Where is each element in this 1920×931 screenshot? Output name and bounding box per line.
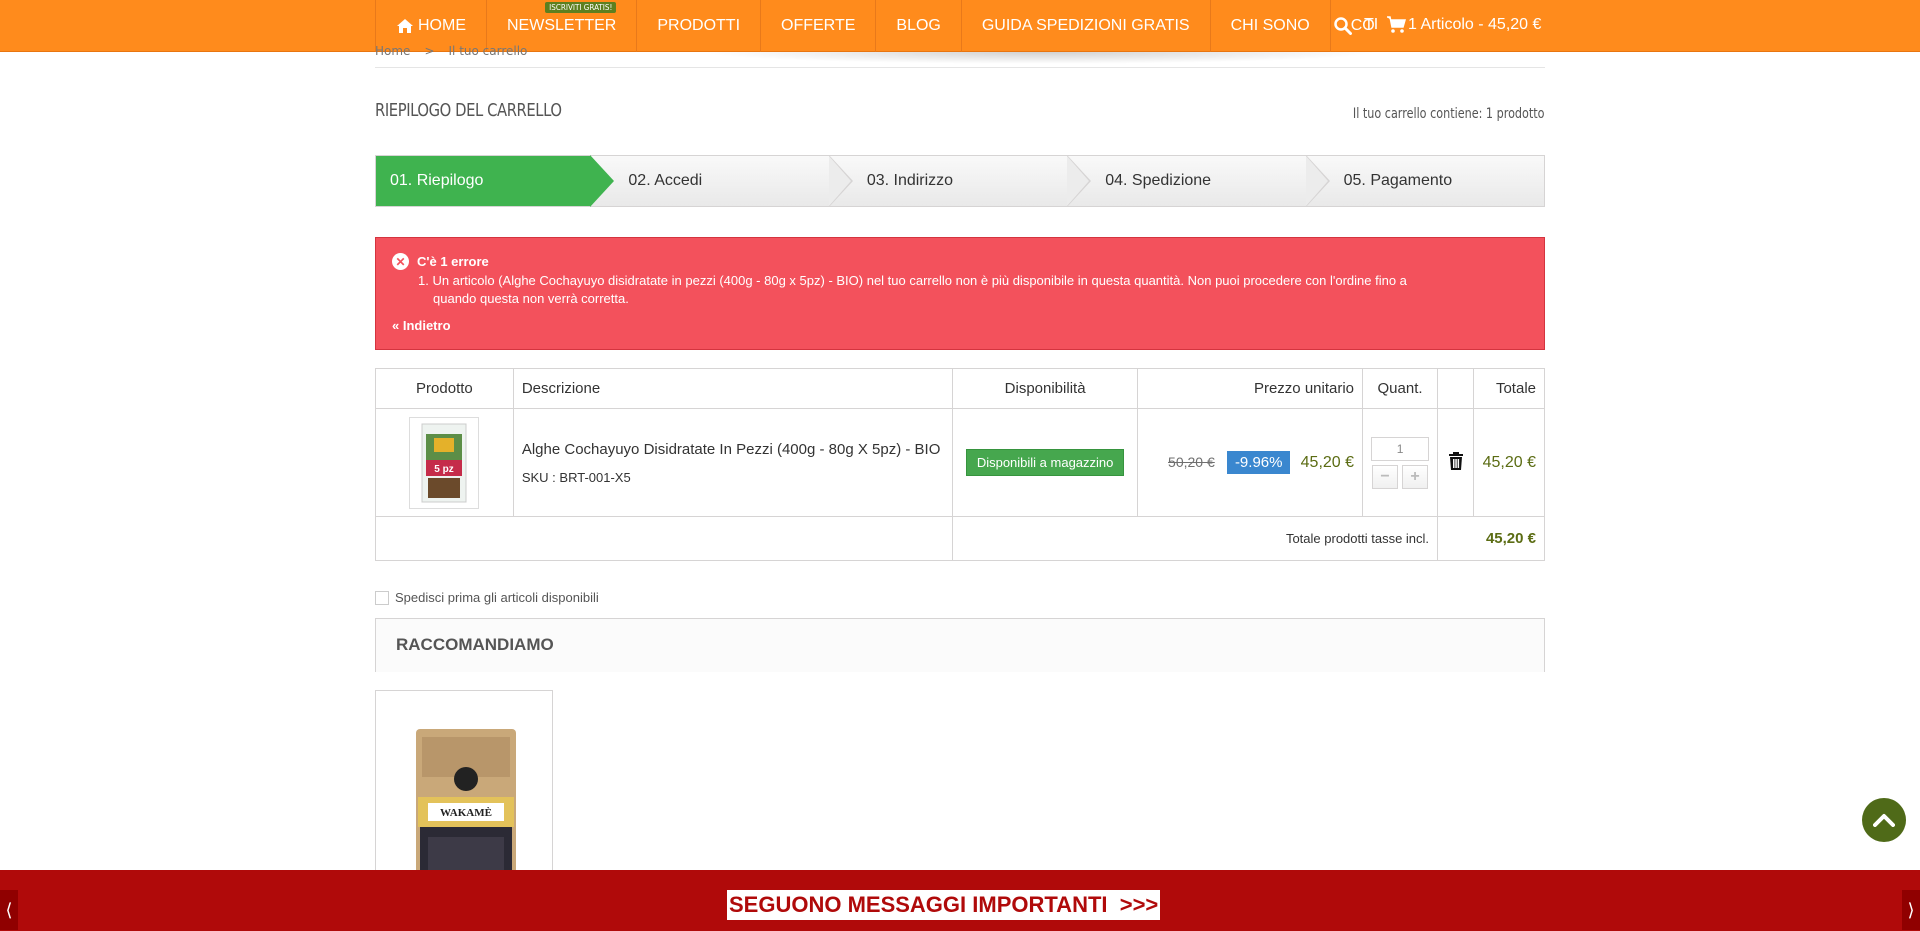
header-unit-price: Prezzo unitario [1137, 368, 1364, 409]
trash-icon[interactable] [1448, 451, 1464, 471]
product-name[interactable]: Alghe Cochayuyo Disidratate In Pezzi (40… [522, 441, 944, 458]
header-description: Descrizione [512, 368, 953, 409]
product-thumb-label: 5 pz [435, 464, 454, 475]
cart-table: Prodotto Descrizione Disponibilità Prezz… [375, 368, 1545, 561]
chevron-up-icon [1873, 814, 1895, 827]
header-delete [1437, 368, 1475, 409]
quantity-cell: 1 − + [1362, 408, 1439, 517]
announcement-banner: ⟨ SEGUONO MESSAGGI IMPORTANTI >>> ⟩ [0, 870, 1920, 931]
step-label: 05. Pagamento [1343, 172, 1453, 189]
breadcrumb-separator: > [424, 44, 435, 58]
step-arrow-inner [590, 156, 613, 206]
back-to-top-button[interactable] [1862, 798, 1906, 842]
product-cell: 5 pz [375, 408, 514, 517]
header-availability: Disponibilità [951, 368, 1139, 409]
ship-first-checkbox[interactable] [375, 590, 389, 605]
nav-item-guida-spedizioni[interactable]: GUIDA SPEDIZIONI GRATIS [962, 0, 1211, 52]
footer-total-label: Totale prodotti tasse incl. [951, 516, 1439, 561]
recommend-section-title: RACCOMANDIAMO [375, 618, 1545, 672]
step-pagamento[interactable]: 05. Pagamento [1306, 156, 1544, 206]
checkout-steps: 01. Riepilogo 02. Accedi 03. Indirizzo 0… [375, 155, 1545, 207]
nav-item-label: HOME [418, 17, 466, 34]
footer-empty-cell [375, 516, 953, 561]
table-footer-row: Totale prodotti tasse incl. 45,20 € [375, 516, 1545, 561]
step-indirizzo[interactable]: 03. Indirizzo [829, 155, 1092, 207]
step-spedizione[interactable]: 04. Spedizione [1067, 155, 1330, 207]
ship-first-label: Spedisci prima gli articoli disponibili [395, 590, 599, 605]
table-row: 5 pz Alghe Cochayuyo Disidratate In Pezz… [375, 408, 1545, 517]
product-image: 5 pz [421, 423, 467, 502]
header-quantity: Quant. [1362, 368, 1439, 409]
step-label: 04. Spedizione [1105, 172, 1212, 189]
step-accedi[interactable]: 02. Accedi [590, 155, 853, 207]
error-message: 1. Un articolo (Alghe Cochayuyo disidrat… [392, 272, 1528, 308]
cart-product-count: Il tuo carrello contiene: 1 prodotto [1353, 106, 1545, 122]
search-icon[interactable] [1334, 17, 1352, 35]
step-label: 02. Accedi [628, 172, 703, 189]
nav-item-prodotti[interactable]: PRODOTTI [637, 0, 762, 52]
product-thumbnail[interactable]: 5 pz [409, 416, 480, 509]
availability-badge: Disponibili a magazzino [965, 449, 1125, 476]
nav-item-label: GUIDA SPEDIZIONI GRATIS [981, 17, 1190, 34]
banner-prev-button[interactable]: ⟨ [0, 890, 18, 930]
nav-item-offerte[interactable]: OFFERTE [761, 0, 877, 52]
unit-price: 45,20 € [1300, 454, 1355, 471]
price-cell: 50,20 € -9.96% 45,20 € [1137, 408, 1364, 517]
plus-icon[interactable]: + [1402, 464, 1429, 489]
newsletter-badge: ISCRIVITI GRATIS! [545, 2, 617, 13]
table-header-row: Prodotto Descrizione Disponibilità Prezz… [375, 368, 1545, 409]
nav-item-chi-sono[interactable]: CHI SONO [1211, 0, 1331, 52]
page-title: RIEPILOGO DEL CARRELLO [375, 100, 562, 121]
error-message-line: quando questa non verrà corretta. [433, 291, 629, 306]
back-link[interactable]: « Indietro [392, 318, 1528, 333]
close-icon: ✕ [392, 253, 409, 270]
breadcrumb-divider [375, 67, 1545, 68]
home-icon [397, 19, 413, 33]
total-cell: 45,20 € [1473, 408, 1545, 517]
banner-next-button[interactable]: ⟩ [1902, 890, 1920, 930]
banner-message[interactable]: SEGUONO MESSAGGI IMPORTANTI >>> [727, 890, 1161, 920]
discount-badge: -9.96% [1226, 451, 1291, 474]
error-heading: C'è 1 errore [417, 254, 489, 269]
availability-cell: Disponibili a magazzino [951, 408, 1139, 517]
product-sku: SKU : BRT-001-X5 [521, 469, 631, 485]
minus-icon[interactable]: − [1372, 464, 1399, 489]
nav-item-label: OFFERTE [781, 17, 856, 34]
header-product: Prodotto [375, 368, 514, 409]
cart-summary-label: 1 Articolo - 45,20 € [1408, 16, 1542, 33]
nav-partial-text: TI [1364, 16, 1379, 33]
quantity-input[interactable]: 1 [1371, 436, 1430, 461]
step-arrow-inner [1305, 156, 1328, 206]
breadcrumb-home[interactable]: Home [375, 44, 410, 58]
nav-item-label: PRODOTTI [657, 17, 741, 34]
menu-shadow [700, 52, 1380, 64]
row-total: 45,20 € [1482, 453, 1536, 471]
nav-item-label: CHI SONO [1230, 17, 1310, 34]
description-cell: Alghe Cochayuyo Disidratate In Pezzi (40… [512, 408, 953, 517]
cart-summary[interactable]: 1 Articolo - 45,20 € [1386, 16, 1541, 34]
step-label: 03. Indirizzo [866, 172, 954, 189]
recommended-product-text: WAKAMÈ [440, 807, 492, 819]
error-alert: ✕ C'è 1 errore 1. Un articolo (Alghe Coc… [375, 237, 1545, 350]
step-riepilogo[interactable]: 01. Riepilogo [376, 155, 615, 207]
step-label: 01. Riepilogo [390, 172, 484, 189]
error-heading-row: ✕ C'è 1 errore [392, 253, 1528, 270]
footer-total-value: 45,20 € [1437, 516, 1545, 561]
header-total: Totale [1473, 368, 1545, 409]
nav-item-blog[interactable]: BLOG [876, 0, 962, 52]
step-arrow-inner [828, 156, 851, 206]
error-message-line: 1. Un articolo (Alghe Cochayuyo disidrat… [418, 273, 1407, 288]
cart-icon [1387, 16, 1406, 33]
delete-cell [1437, 408, 1475, 517]
top-navigation: HOME ISCRIVITI GRATIS! NEWSLETTER PRODOT… [0, 0, 1920, 52]
nav-item-label: BLOG [896, 17, 941, 34]
quantity-stepper: − + [1371, 464, 1429, 489]
nav-item-label: NEWSLETTER [507, 17, 617, 34]
old-price: 50,20 € [1168, 454, 1215, 470]
ship-first-option[interactable]: Spedisci prima gli articoli disponibili [375, 590, 599, 605]
breadcrumb-current: Il tuo carrello [448, 44, 528, 58]
breadcrumb: Home > Il tuo carrello [375, 44, 527, 58]
step-arrow-inner [1067, 156, 1090, 206]
